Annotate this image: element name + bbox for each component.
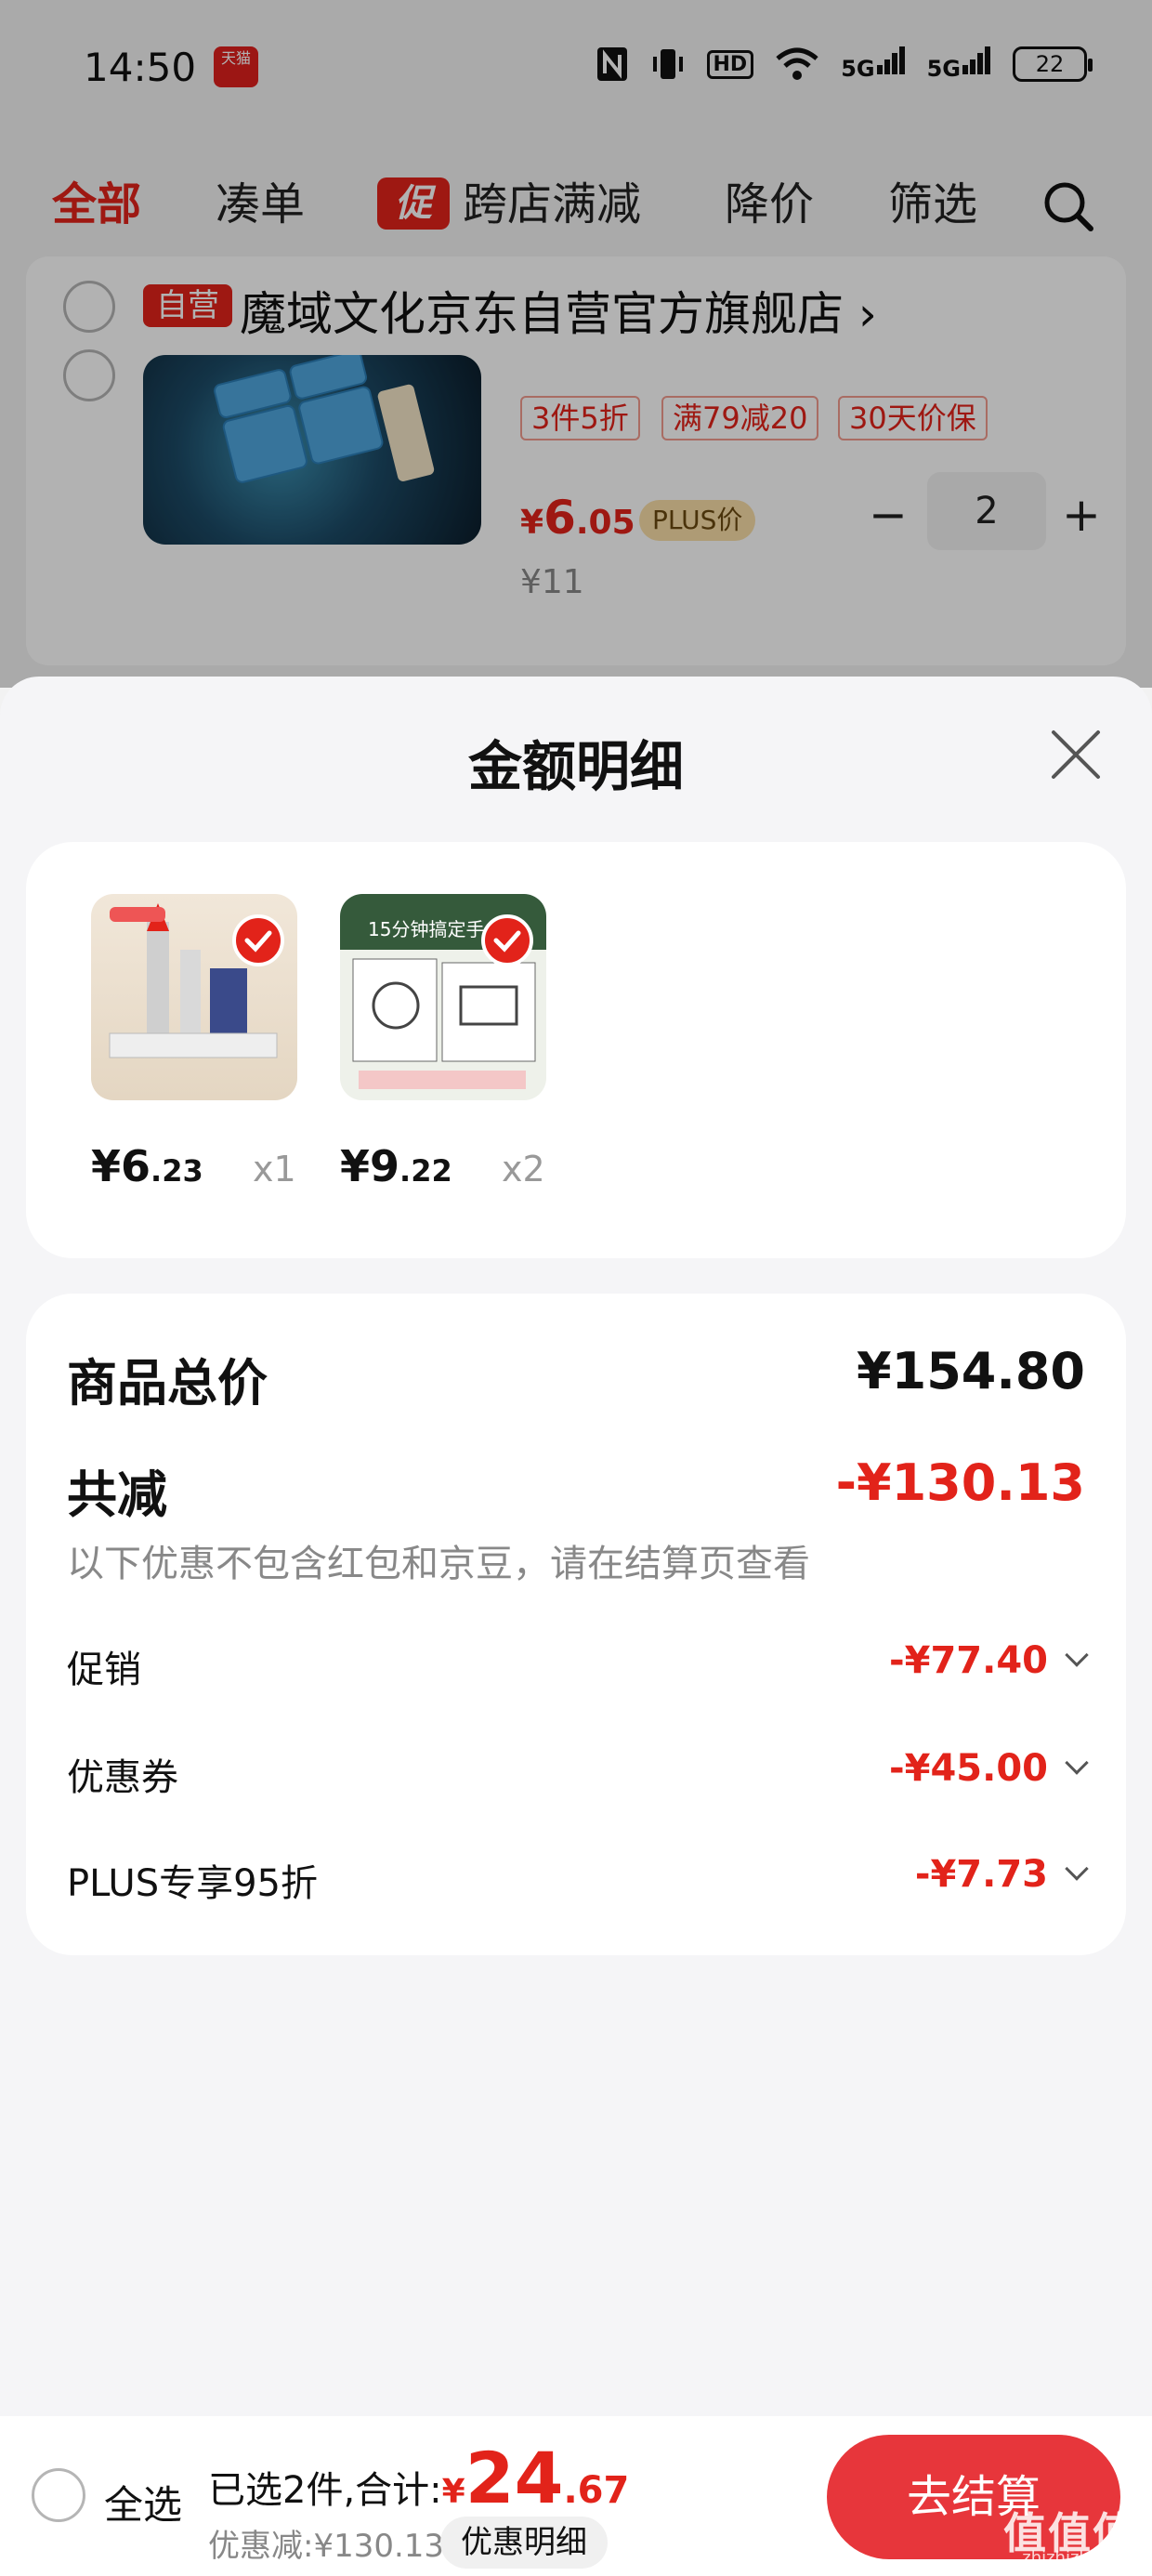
sheet-title: 金额明细 [467,735,684,798]
watermark-url: zhizhizhi.com [1022,2548,1135,2568]
plus-discount-row[interactable]: -¥7.73 [914,1853,1089,1896]
check-icon [232,914,284,966]
total-price-label: 商品总价 [67,1354,268,1413]
select-all-radio[interactable] [32,2468,85,2522]
total-discount-label: 共减 [67,1465,167,1524]
total-amount: ¥24.67 [441,2437,630,2519]
coupon-row[interactable]: -¥45.00 [889,1747,1089,1790]
amount-detail-sheet: 金额明细 ¥6.23 x1 15分钟搞定手 ¥9.22 x2 商品总价 ¥154… [0,677,1152,2576]
promotion-label: 促销 [67,1649,141,1691]
discount-note: 以下优惠不包含红包和京豆，请在结算页查看 [67,1543,810,1585]
modal-scrim[interactable] [0,0,1152,688]
total-discount-value: -¥130.13 [835,1453,1085,1512]
item-quantity: x2 [502,1149,545,1189]
saved-amount: 优惠减:¥130.13 [208,2528,445,2565]
chevron-down-icon [1065,1643,1089,1667]
coupon-value: -¥45.00 [889,1747,1048,1790]
item-thumbnail-rocket[interactable] [91,894,297,1100]
cart-background: 14:50 天猫 HD 5G 5G 22 全部 凑单 促跨店满减 降价 筛选 自… [0,0,1152,688]
total-price-value: ¥154.80 [857,1342,1085,1400]
item-quantity: x1 [253,1149,296,1189]
promotion-value: -¥77.40 [889,1639,1048,1682]
check-icon [481,914,533,966]
selected-items-card: ¥6.23 x1 15分钟搞定手 ¥9.22 x2 [26,842,1126,1258]
coupon-label: 优惠券 [67,1756,178,1799]
item-price: ¥9.22 [340,1141,452,1191]
item-thumbnail-handbook[interactable]: 15分钟搞定手 [340,894,546,1100]
discount-detail-button[interactable]: 优惠明细 [440,2517,608,2569]
plus-discount-value: -¥7.73 [914,1853,1048,1896]
price-summary-card: 商品总价 ¥154.80 共减 -¥130.13 以下优惠不包含红包和京豆，请在… [26,1294,1126,1955]
item-price: ¥6.23 [91,1141,203,1191]
selected-summary: 已选2件,合计:¥24.67 [208,2437,630,2519]
promotion-row[interactable]: -¥77.40 [889,1639,1089,1682]
plus-discount-label: PLUS专享95折 [67,1862,318,1905]
select-all-label[interactable]: 全选 [104,2474,182,2530]
chevron-down-icon [1065,1857,1089,1881]
checkout-bar: 全选 已选2件,合计:¥24.67 优惠减:¥130.13 优惠明细 去结算 [0,2416,1152,2576]
close-icon[interactable] [1046,725,1106,784]
chevron-down-icon [1065,1751,1089,1775]
